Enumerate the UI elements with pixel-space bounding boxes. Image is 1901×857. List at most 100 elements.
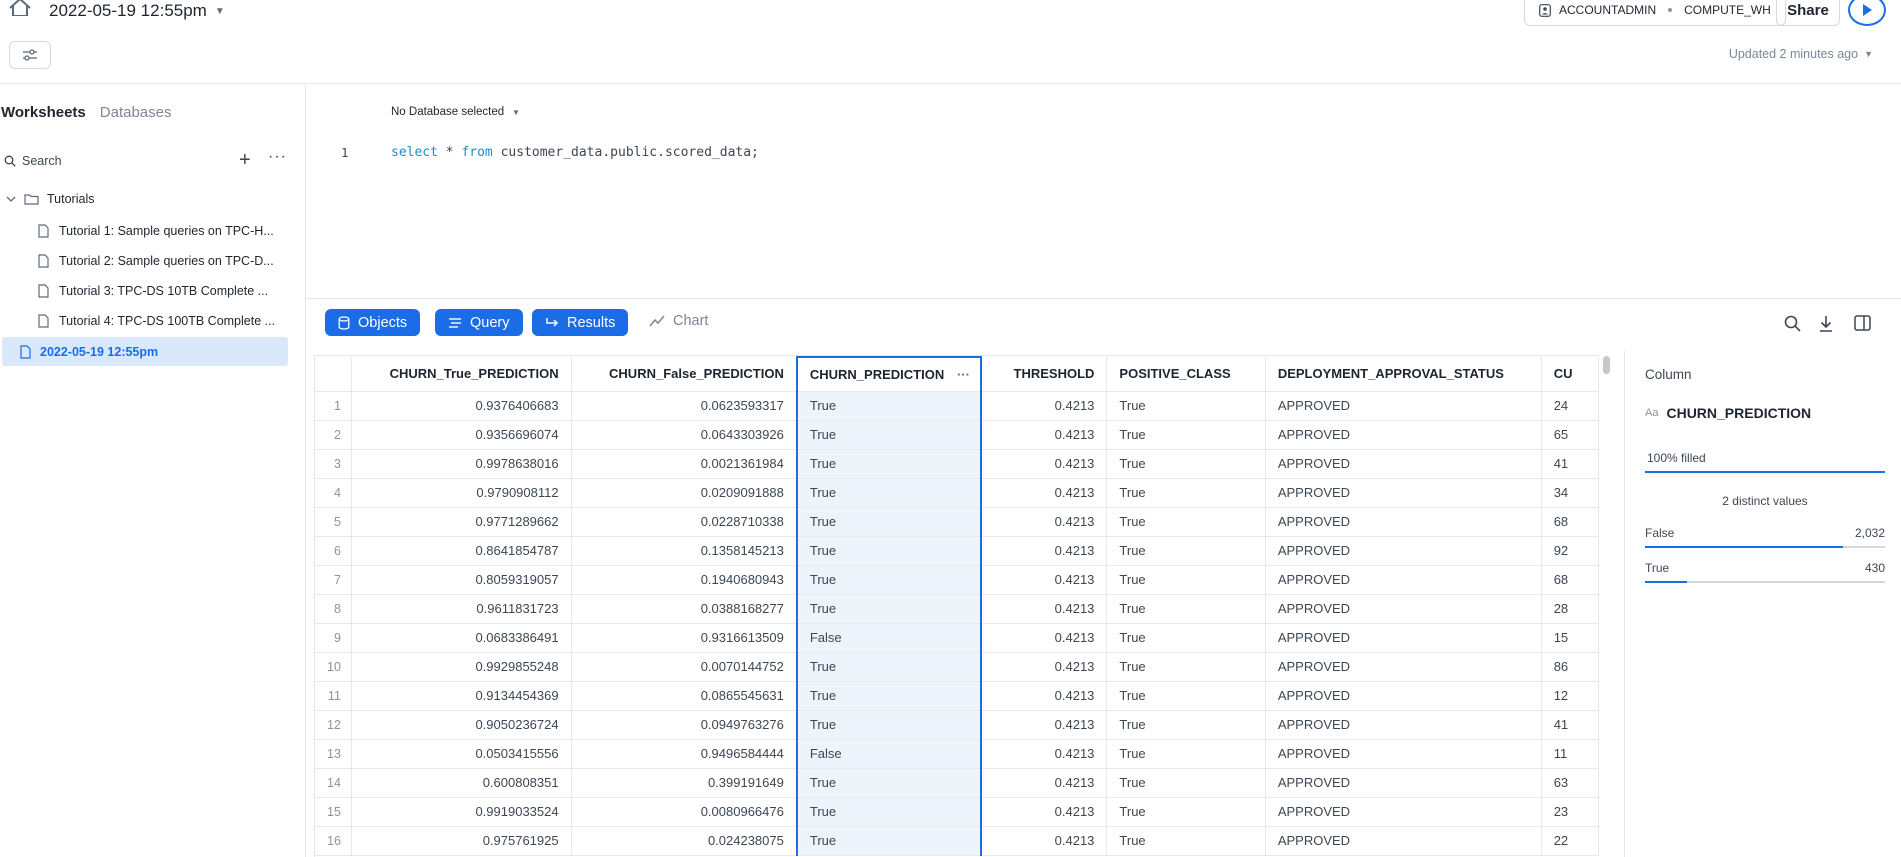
column-header[interactable]: CHURN_False_PREDICTION [571,357,798,392]
cell-true-prediction[interactable]: 0.9790908112 [351,478,572,508]
cell-positive-class[interactable]: True [1106,768,1266,798]
tab-databases[interactable]: Databases [100,104,172,121]
cell-churn-prediction[interactable]: True [795,536,982,566]
cell-cu[interactable]: 65 [1541,420,1599,450]
cell-positive-class[interactable]: True [1106,739,1266,769]
cell-threshold[interactable]: 0.4213 [980,768,1108,798]
cell-true-prediction[interactable]: 0.0503415556 [351,739,572,769]
table-row[interactable]: 16 0.975761925 0.024238075 True 0.4213 True AP… [315,826,1599,856]
cell-churn-prediction[interactable]: True [795,826,982,856]
cell-positive-class[interactable]: True [1106,797,1266,827]
results-button[interactable]: Results [532,309,629,336]
table-row[interactable]: 13 0.0503415556 0.9496584444 False 0.4213 Tru… [315,739,1599,769]
table-row[interactable]: 4 0.9790908112 0.0209091888 True 0.4213 True A… [315,478,1599,508]
table-row[interactable]: 14 0.600808351 0.399191649 True 0.4213 True AP… [315,768,1599,798]
cell-threshold[interactable]: 0.4213 [980,507,1108,537]
cell-cu[interactable]: 41 [1541,449,1599,479]
more-options-icon[interactable]: ··· [957,367,970,382]
table-row[interactable]: 15 0.9919033524 0.0080966476 True 0.4213 True… [315,797,1599,827]
tab-worksheets[interactable]: Worksheets [1,104,86,121]
cell-true-prediction[interactable]: 0.9134454369 [351,681,572,711]
search-icon[interactable] [1782,313,1802,333]
cell-cu[interactable]: 41 [1541,710,1599,740]
cell-false-prediction[interactable]: 0.0643303926 [571,420,798,450]
table-row[interactable]: 9 0.0683386491 0.9316613509 False 0.4213 True… [315,623,1599,653]
cell-threshold[interactable]: 0.4213 [980,652,1108,682]
code-line[interactable]: select * from customer_data.public.score… [391,145,759,160]
cell-true-prediction[interactable]: 0.9919033524 [351,797,572,827]
cell-approval-status[interactable]: APPROVED [1265,768,1542,798]
cell-approval-status[interactable]: APPROVED [1265,710,1542,740]
cell-churn-prediction[interactable]: False [795,623,982,653]
cell-true-prediction[interactable]: 0.9929855248 [351,652,572,682]
table-row[interactable]: 12 0.9050236724 0.0949763276 True 0.4213 True… [315,710,1599,740]
cell-cu[interactable]: 68 [1541,565,1599,595]
sql-editor[interactable]: No Database selected ▼ 1 select * from c… [306,84,1901,299]
table-row[interactable]: 2 0.9356696074 0.0643303926 True 0.4213 True A… [315,420,1599,450]
value-bar-false[interactable]: False 2,032 [1645,526,1885,548]
value-bar-true[interactable]: True 430 [1645,561,1885,583]
cell-false-prediction[interactable]: 0.0080966476 [571,797,798,827]
table-row[interactable]: 10 0.9929855248 0.0070144752 True 0.4213 True… [315,652,1599,682]
cell-cu[interactable]: 24 [1541,391,1599,421]
cell-cu[interactable]: 15 [1541,623,1599,653]
share-button[interactable]: Share [1776,0,1840,26]
cell-threshold[interactable]: 0.4213 [980,710,1108,740]
run-button[interactable] [1848,0,1886,26]
cell-threshold[interactable]: 0.4213 [980,565,1108,595]
cell-false-prediction[interactable]: 0.0388168277 [571,594,798,624]
cell-positive-class[interactable]: True [1106,710,1266,740]
cell-false-prediction[interactable]: 0.0228710338 [571,507,798,537]
cell-false-prediction[interactable]: 0.399191649 [571,768,798,798]
cell-false-prediction[interactable]: 0.9496584444 [571,739,798,769]
cell-true-prediction[interactable]: 0.9356696074 [351,420,572,450]
cell-cu[interactable]: 28 [1541,594,1599,624]
column-header[interactable]: CHURN_True_PREDICTION [351,357,572,392]
column-header[interactable]: THRESHOLD [980,357,1108,392]
cell-true-prediction[interactable]: 0.9376406683 [351,391,572,421]
column-header[interactable]: CU [1541,357,1599,392]
cell-threshold[interactable]: 0.4213 [980,797,1108,827]
cell-churn-prediction[interactable]: True [795,768,982,798]
sidebar-item-tutorial-4[interactable]: Tutorial 4: TPC-DS 100TB Complete ... [38,310,275,332]
folder-tutorials[interactable]: Tutorials [6,192,94,206]
cell-positive-class[interactable]: True [1106,507,1266,537]
database-selector[interactable]: No Database selected ▼ [391,106,520,118]
cell-true-prediction[interactable]: 0.975761925 [351,826,572,856]
cell-cu[interactable]: 68 [1541,507,1599,537]
cell-approval-status[interactable]: APPROVED [1265,797,1542,827]
cell-false-prediction[interactable]: 0.0021361984 [571,449,798,479]
cell-true-prediction[interactable]: 0.9611831723 [351,594,572,624]
cell-threshold[interactable]: 0.4213 [980,420,1108,450]
cell-churn-prediction[interactable]: True [795,478,982,508]
cell-false-prediction[interactable]: 0.0070144752 [571,652,798,682]
cell-cu[interactable]: 63 [1541,768,1599,798]
table-row[interactable]: 7 0.8059319057 0.1940680943 True 0.4213 True A… [315,565,1599,595]
table-row[interactable]: 3 0.9978638016 0.0021361984 True 0.4213 True A… [315,449,1599,479]
cell-true-prediction[interactable]: 0.600808351 [351,768,572,798]
cell-positive-class[interactable]: True [1106,594,1266,624]
table-row[interactable]: 6 0.8641854787 0.1358145213 True 0.4213 True A… [315,536,1599,566]
cell-threshold[interactable]: 0.4213 [980,739,1108,769]
cell-true-prediction[interactable]: 0.9978638016 [351,449,572,479]
home-icon[interactable] [8,0,32,17]
chart-tab[interactable]: Chart [649,313,708,329]
cell-threshold[interactable]: 0.4213 [980,391,1108,421]
cell-cu[interactable]: 12 [1541,681,1599,711]
results-grid[interactable]: CHURN_True_PREDICTION CHURN_False_PREDIC… [314,355,1599,857]
cell-threshold[interactable]: 0.4213 [980,594,1108,624]
cell-churn-prediction[interactable]: False [795,739,982,769]
table-row[interactable]: 11 0.9134454369 0.0865545631 True 0.4213 True… [315,681,1599,711]
cell-approval-status[interactable]: APPROVED [1265,565,1542,595]
more-options-icon[interactable]: ··· [268,148,287,166]
cell-false-prediction[interactable]: 0.0623593317 [571,391,798,421]
cell-true-prediction[interactable]: 0.9771289662 [351,507,572,537]
cell-approval-status[interactable]: APPROVED [1265,391,1542,421]
objects-button[interactable]: Objects [325,309,421,336]
table-row[interactable]: 5 0.9771289662 0.0228710338 True 0.4213 True A… [315,507,1599,537]
sidebar-item-tutorial-1[interactable]: Tutorial 1: Sample queries on TPC-H... [38,220,274,242]
cell-approval-status[interactable]: APPROVED [1265,478,1542,508]
sidebar-search[interactable]: Search [4,154,62,168]
cell-false-prediction[interactable]: 0.024238075 [571,826,798,856]
sidebar-item-current-worksheet[interactable]: 2022-05-19 12:55pm [2,337,288,366]
